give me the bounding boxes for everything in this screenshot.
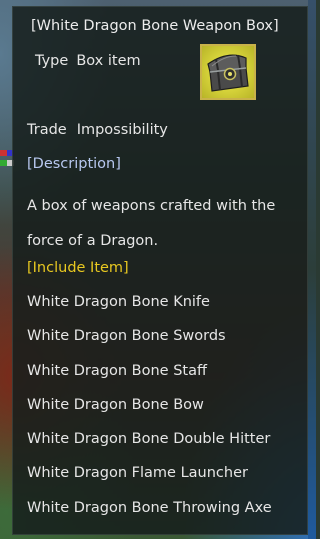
treasure-chest-icon-graphic xyxy=(207,54,249,92)
item-type-label: Type xyxy=(35,53,69,69)
include-item: White Dragon Bone Double Hitter xyxy=(27,431,271,448)
item-trade-value: Impossibility xyxy=(76,122,168,138)
item-title: [White Dragon Bone Weapon Box] xyxy=(31,18,279,34)
include-item: White Dragon Bone Knife xyxy=(27,294,210,310)
include-item: White Dragon Bone Bow xyxy=(27,396,204,413)
item-tooltip: [White Dragon Bone Weapon Box] Type Box i… xyxy=(12,6,308,535)
include-item-list: White Dragon Bone Knife White Dragon Bon… xyxy=(27,292,272,532)
item-trade-label: Trade xyxy=(27,122,67,138)
item-type-value: Box item xyxy=(76,53,141,69)
item-type-row: Type Box item xyxy=(35,53,141,69)
include-item: White Dragon Bone Staff xyxy=(27,362,207,379)
background-edge xyxy=(308,0,316,539)
description-header: [Description] xyxy=(27,156,121,172)
item-trade-row: Trade Impossibility xyxy=(27,122,168,138)
include-item-header: [Include Item] xyxy=(27,260,129,276)
include-item: White Dragon Flame Launcher xyxy=(27,465,248,482)
include-item: White Dragon Bone Throwing Axe xyxy=(27,499,272,516)
description-text: A box of weapons crafted with the force … xyxy=(27,198,276,249)
treasure-chest-icon xyxy=(200,44,256,100)
include-item: White Dragon Bone Swords xyxy=(27,328,226,345)
